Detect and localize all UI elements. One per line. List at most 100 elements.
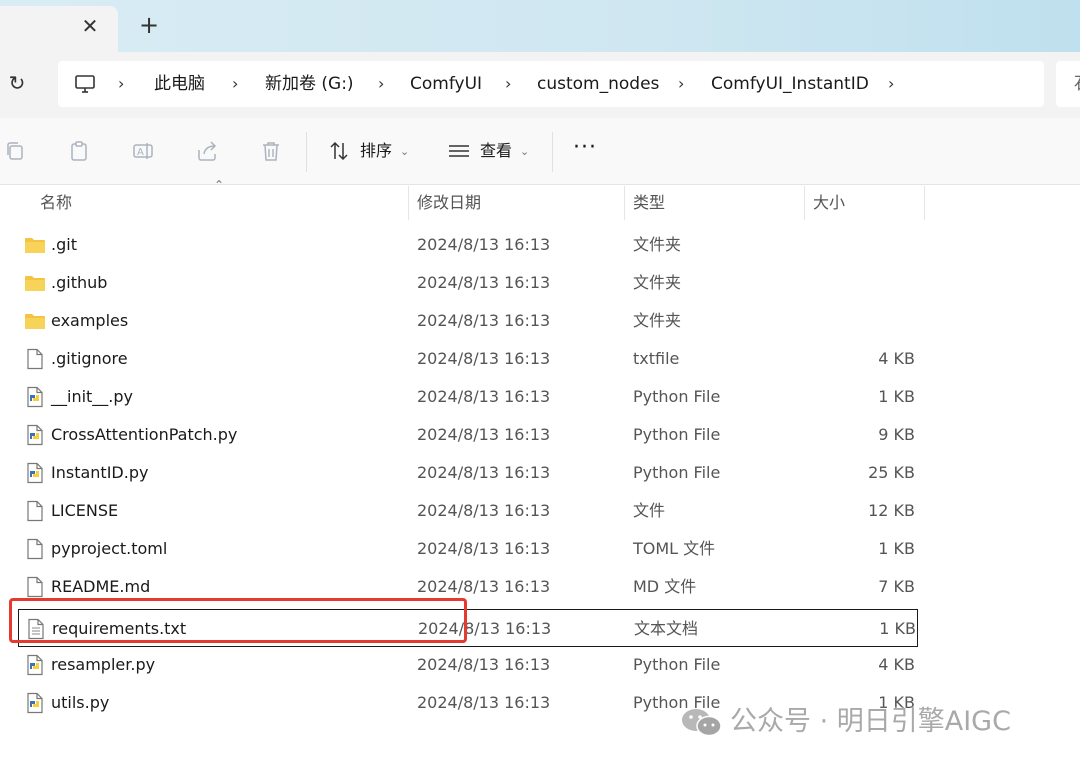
file-size: 25 KB (868, 463, 915, 482)
file-date: 2024/8/13 16:13 (417, 501, 551, 520)
address-bar[interactable]: › 此电脑 › 新加卷 (G:) › ComfyUI › custom_node… (58, 61, 1044, 107)
python-file-icon (27, 386, 43, 408)
close-tab-icon[interactable]: ✕ (78, 14, 102, 38)
file-row[interactable]: CrossAttentionPatch.py 2024/8/13 16:13 P… (18, 416, 918, 454)
wechat-icon (682, 709, 722, 737)
python-file-icon (27, 654, 43, 676)
more-options-button[interactable]: ··· (570, 137, 600, 164)
rename-icon[interactable]: A (132, 140, 154, 162)
toolbar-divider (306, 132, 307, 172)
breadcrumb-chevron-icon[interactable]: › (888, 73, 894, 95)
title-bar: ✕ + (0, 0, 1080, 52)
view-list-icon (449, 145, 469, 157)
column-divider[interactable] (624, 186, 625, 220)
file-icon (27, 576, 43, 598)
file-icon (27, 348, 43, 370)
file-type: TOML 文件 (633, 539, 716, 558)
breadcrumb-this-pc[interactable]: 此电脑 (154, 73, 205, 95)
column-divider[interactable] (804, 186, 805, 220)
file-name: CrossAttentionPatch.py (51, 425, 238, 444)
file-size: 1 KB (879, 619, 916, 638)
file-size: 4 KB (878, 349, 915, 368)
file-type: 文件夹 (633, 235, 682, 254)
folder-icon (25, 238, 45, 253)
sort-icon (330, 141, 348, 161)
paste-icon[interactable] (68, 140, 90, 162)
column-divider[interactable] (408, 186, 409, 220)
file-size: 1 KB (878, 387, 915, 406)
navigation-bar: ↻ › 此电脑 › 新加卷 (G:) › ComfyUI › custom_no… (0, 52, 1080, 118)
file-type: MD 文件 (633, 577, 697, 596)
toolbar-divider (552, 132, 553, 172)
file-name: pyproject.toml (51, 539, 168, 558)
breadcrumb-chevron-icon[interactable]: › (378, 73, 384, 95)
column-header-date[interactable]: 修改日期 (417, 186, 617, 220)
file-row[interactable]: .github 2024/8/13 16:13 文件夹 (18, 264, 918, 302)
python-file-icon (27, 462, 43, 484)
file-date: 2024/8/13 16:13 (417, 387, 551, 406)
file-name: .git (51, 235, 77, 254)
sort-label: 排序 (360, 141, 393, 160)
file-type: 文件夹 (633, 273, 682, 292)
breadcrumb-comfyui[interactable]: ComfyUI (410, 73, 482, 95)
file-date: 2024/8/13 16:13 (417, 425, 551, 444)
file-name: utils.py (51, 693, 110, 712)
file-icon (27, 538, 43, 560)
highlight-annotation-box (9, 598, 467, 643)
file-type: Python File (633, 655, 721, 674)
file-row[interactable]: pyproject.toml 2024/8/13 16:13 TOML 文件 1… (18, 530, 918, 568)
file-size: 7 KB (878, 577, 915, 596)
file-row[interactable]: InstantID.py 2024/8/13 16:13 Python File… (18, 454, 918, 492)
copy-icon[interactable] (4, 140, 26, 162)
file-date: 2024/8/13 16:13 (417, 273, 551, 292)
sort-button[interactable]: 排序 ⌄ (326, 138, 416, 164)
file-row[interactable]: LICENSE 2024/8/13 16:13 文件 12 KB (18, 492, 918, 530)
share-icon[interactable] (196, 140, 218, 162)
file-row[interactable]: .git 2024/8/13 16:13 文件夹 (18, 226, 918, 264)
command-bar: A 排序 ⌄ 查看 ⌄ ··· (0, 118, 1080, 185)
file-name: __init__.py (51, 387, 134, 406)
delete-icon[interactable] (260, 140, 282, 162)
file-name: LICENSE (51, 501, 119, 520)
file-date: 2024/8/13 16:13 (417, 311, 551, 330)
file-date: 2024/8/13 16:13 (417, 539, 551, 558)
breadcrumb-chevron-icon[interactable]: › (118, 73, 124, 95)
column-divider[interactable] (924, 186, 925, 220)
file-name: examples (51, 311, 129, 330)
column-header-size[interactable]: 大小 (813, 186, 913, 220)
search-box[interactable]: 石 (1056, 61, 1080, 107)
file-row[interactable]: .gitignore 2024/8/13 16:13 txtfile 4 KB (18, 340, 918, 378)
view-label: 查看 (480, 141, 513, 160)
breadcrumb-custom-nodes[interactable]: custom_nodes (537, 73, 659, 95)
breadcrumb-chevron-icon[interactable]: › (678, 73, 684, 95)
python-file-icon (27, 692, 43, 714)
chevron-down-icon: ⌄ (520, 145, 530, 158)
file-row[interactable]: examples 2024/8/13 16:13 文件夹 (18, 302, 918, 340)
file-size: 4 KB (878, 655, 915, 674)
file-row[interactable]: resampler.py 2024/8/13 16:13 Python File… (18, 646, 918, 684)
file-name: resampler.py (51, 655, 156, 674)
refresh-icon[interactable]: ↻ (4, 70, 30, 96)
breadcrumb-drive[interactable]: 新加卷 (G:) (265, 73, 354, 95)
breadcrumb-comfyui-instantid[interactable]: ComfyUI_InstantID (711, 73, 869, 95)
this-pc-icon[interactable] (74, 73, 96, 95)
file-size: 1 KB (878, 539, 915, 558)
breadcrumb-chevron-icon[interactable]: › (232, 73, 238, 95)
file-type: Python File (633, 463, 721, 482)
file-size: 9 KB (878, 425, 915, 444)
folder-icon (25, 314, 45, 329)
view-button[interactable]: 查看 ⌄ (446, 138, 536, 164)
file-date: 2024/8/13 16:13 (417, 349, 551, 368)
file-type: 文件 (633, 501, 666, 520)
column-header-type[interactable]: 类型 (633, 186, 793, 220)
file-name: .github (51, 273, 108, 292)
column-header-name[interactable]: 名称 (40, 186, 400, 220)
file-row[interactable]: __init__.py 2024/8/13 16:13 Python File … (18, 378, 918, 416)
new-tab-icon[interactable]: + (136, 12, 162, 38)
file-type: 文件夹 (633, 311, 682, 330)
active-tab[interactable]: ✕ (0, 6, 118, 52)
svg-text:A: A (137, 147, 144, 158)
breadcrumb-chevron-icon[interactable]: › (505, 73, 511, 95)
file-date: 2024/8/13 16:13 (417, 235, 551, 254)
file-icon (27, 500, 43, 522)
